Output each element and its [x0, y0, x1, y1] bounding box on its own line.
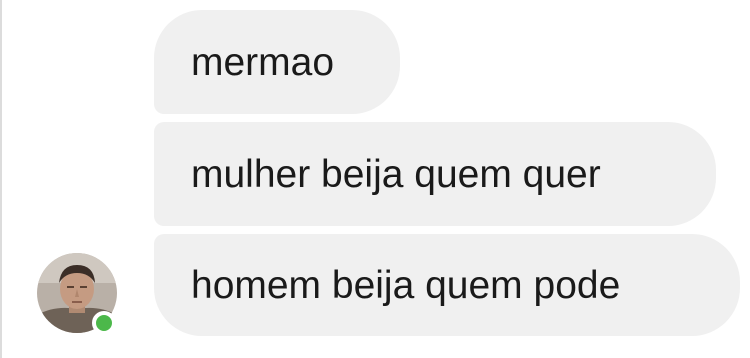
- message-bubble[interactable]: homem beija quem pode: [154, 234, 740, 336]
- message-thread: mermao mulher beija quem quer homem beij…: [2, 0, 750, 358]
- message-text: mulher beija quem quer: [191, 152, 601, 196]
- message-text: homem beija quem pode: [191, 263, 621, 307]
- message-bubble[interactable]: mulher beija quem quer: [154, 122, 716, 226]
- message-bubble[interactable]: mermao: [154, 10, 400, 114]
- chat-frame: mermao mulher beija quem quer homem beij…: [0, 0, 750, 358]
- message-text: mermao: [191, 40, 335, 84]
- online-status-dot: [92, 311, 116, 335]
